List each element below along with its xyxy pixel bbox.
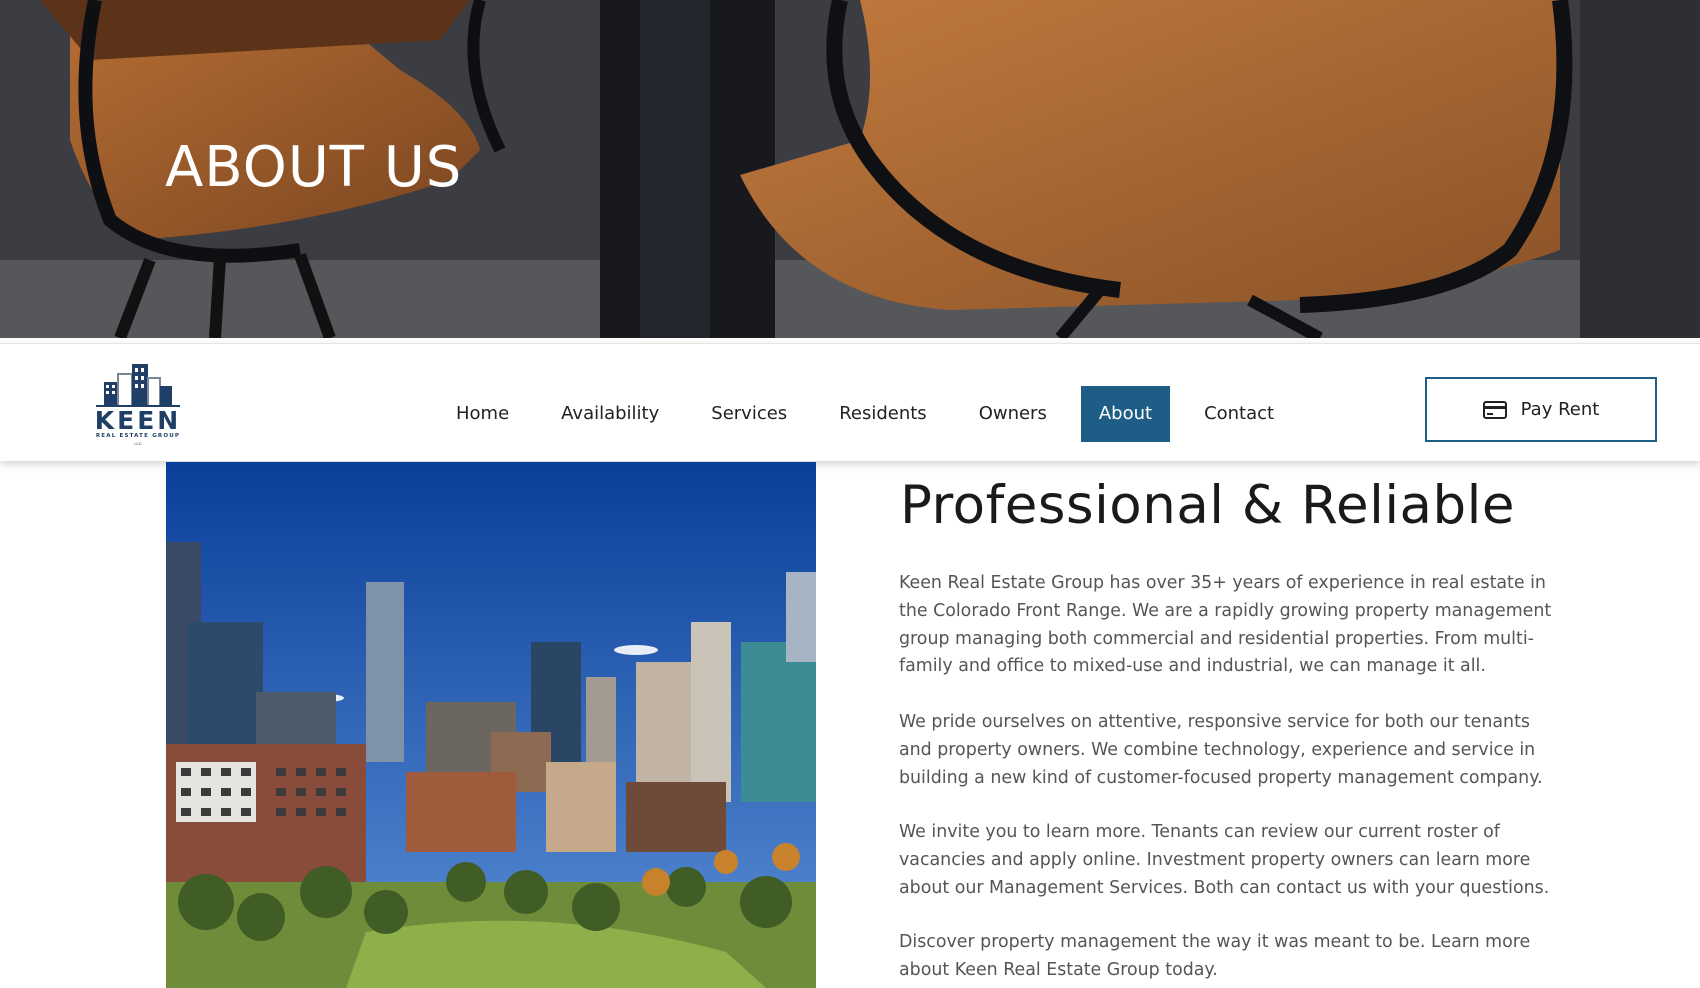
nav-item-contact[interactable]: Contact [1178,386,1300,442]
about-paragraph: We invite you to learn more. Tenants can… [899,822,1550,898]
nav-item-home[interactable]: Home [430,386,535,442]
nav-menu: Home Availability Services Residents Own… [430,386,1300,442]
nav-item-owners[interactable]: Owners [953,386,1073,442]
buildings-logo-icon [96,364,180,407]
logo-subtitle: REAL ESTATE GROUP [95,433,181,439]
nav-item-services[interactable]: Services [685,386,813,442]
credit-card-icon [1482,400,1507,419]
logo-wordmark: KEEN [94,406,182,435]
about-paragraph: Keen Real Estate Group has over 35+ year… [899,573,1552,677]
about-paragraph: We pride ourselves on attentive, respons… [899,712,1543,788]
pay-rent-label: Pay Rent [1520,399,1600,420]
main-navigation: KEEN REAL ESTATE GROUP LLC Home Availabi… [0,343,1700,461]
logo-suffix: LLC [134,441,142,446]
denver-skyline-image [166,462,816,988]
nav-item-residents[interactable]: Residents [813,386,953,442]
section-heading: Professional & Reliable [900,475,1515,536]
page-title: ABOUT US [165,135,463,200]
nav-item-availability[interactable]: Availability [535,386,685,442]
nav-item-about[interactable]: About [1080,386,1171,442]
pay-rent-button[interactable]: Pay Rent [1425,377,1657,442]
hero-banner: ABOUT US [0,0,1700,338]
company-logo[interactable]: KEEN REAL ESTATE GROUP LLC [86,360,190,446]
about-paragraph: Discover property management the way it … [899,932,1531,980]
